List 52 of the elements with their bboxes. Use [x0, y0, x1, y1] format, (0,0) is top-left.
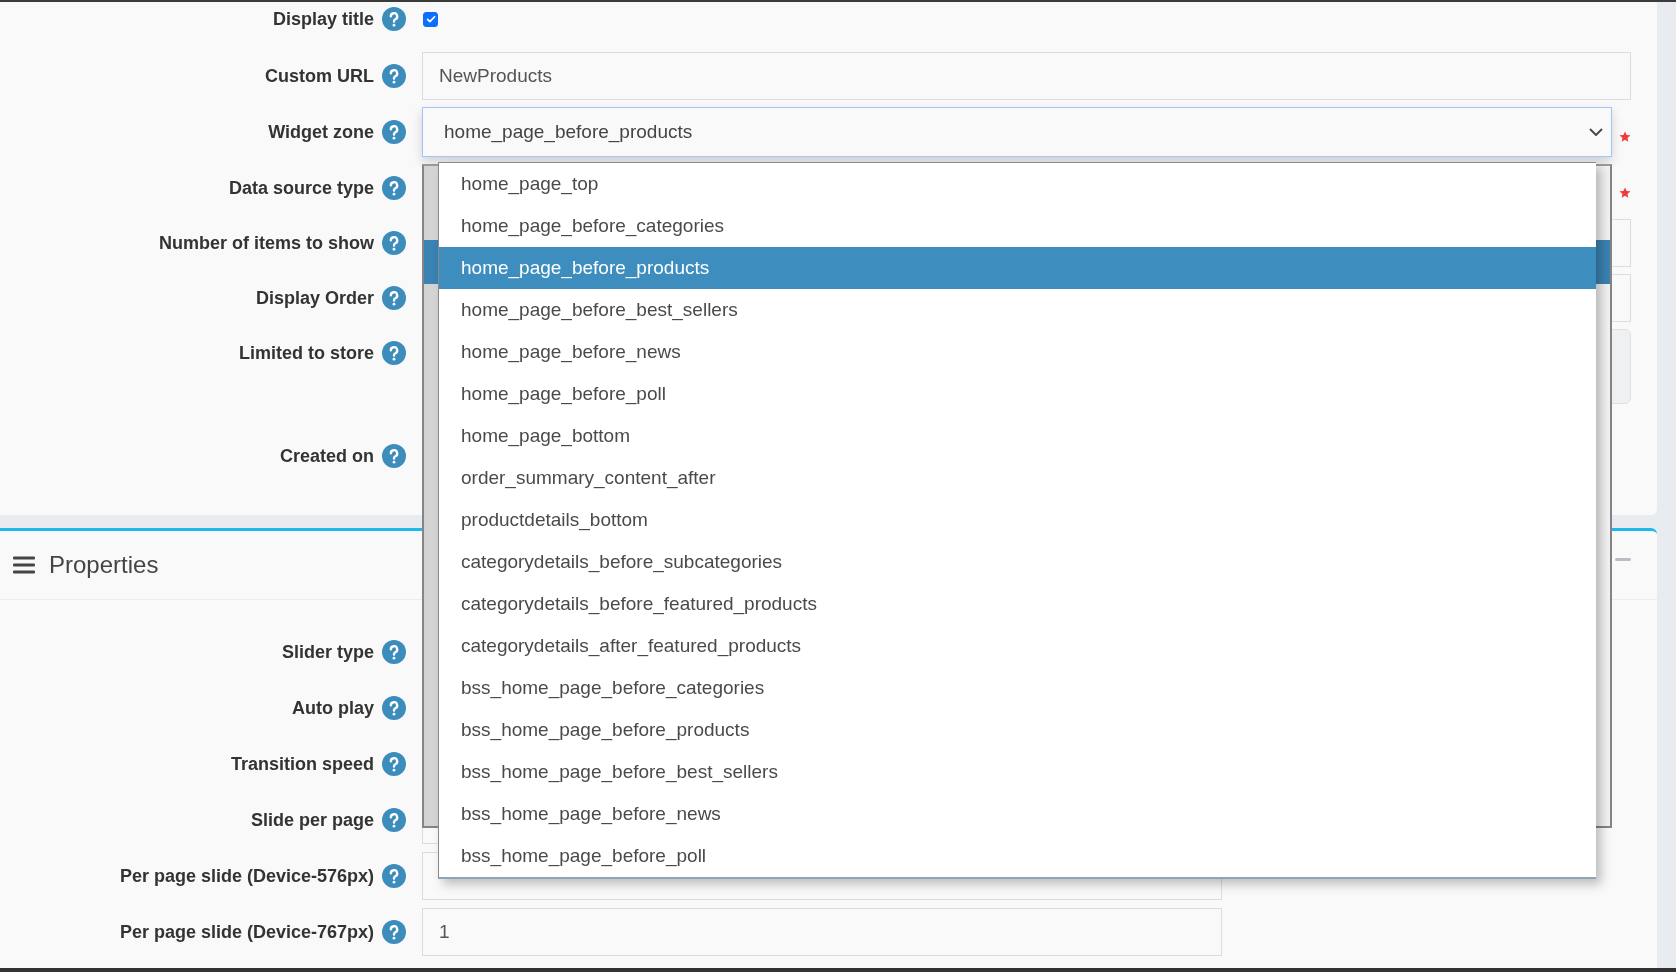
help-icon — [382, 120, 406, 144]
section-title: Properties — [49, 551, 159, 579]
text-input[interactable]: 1 — [422, 908, 1222, 956]
dropdown-option[interactable]: home_page_bottom — [439, 415, 1596, 457]
chevron-down-icon — [1589, 127, 1603, 137]
dropdown-option[interactable]: bss_home_page_before_products — [439, 709, 1596, 751]
help-icon — [382, 286, 406, 310]
dropdown-option[interactable]: bss_home_page_before_poll — [439, 835, 1596, 877]
dropdown-option[interactable]: bss_home_page_before_categories — [439, 667, 1596, 709]
field-label: Custom URL — [264, 65, 374, 87]
field-label: Data source type — [227, 177, 374, 199]
text-input[interactable]: NewProducts — [422, 52, 1631, 100]
field-label: Per page slide (Device-767px) — [118, 921, 374, 943]
dropdown-option[interactable]: home_page_before_products — [439, 247, 1596, 289]
help-icon — [382, 864, 406, 888]
select-field[interactable]: home_page_before_products — [422, 107, 1612, 157]
help-icon — [382, 696, 406, 720]
help-icon — [382, 640, 406, 664]
dropdown-option[interactable]: categorydetails_after_featured_products — [439, 625, 1596, 667]
help-icon — [382, 64, 406, 88]
dropdown-option[interactable]: bss_home_page_before_best_sellers — [439, 751, 1596, 793]
dropdown-option[interactable]: productdetails_bottom — [439, 499, 1596, 541]
help-icon — [382, 341, 406, 365]
dropdown-option[interactable]: home_page_before_news — [439, 331, 1596, 373]
menu-icon — [13, 556, 35, 574]
help-icon — [382, 808, 406, 832]
help-icon — [382, 752, 406, 776]
help-icon — [382, 920, 406, 944]
field-label: Per page slide (Device-576px) — [118, 865, 374, 887]
checkbox[interactable] — [423, 11, 438, 27]
dropdown-option[interactable]: home_page_top — [439, 163, 1596, 205]
dropdown-option[interactable]: categorydetails_before_subcategories — [439, 541, 1596, 583]
field-label: Number of items to show — [158, 232, 374, 254]
field-label: Limited to store — [238, 342, 374, 365]
field-label: Transition speed — [229, 753, 374, 775]
dropdown-option[interactable]: order_summary_content_after — [439, 457, 1596, 499]
field-label: Widget zone — [267, 121, 374, 143]
field-label: Display title — [271, 8, 374, 30]
dropdown-option[interactable]: categorydetails_before_featured_products — [439, 583, 1596, 625]
help-icon — [382, 176, 406, 200]
field-label: Slide per page — [249, 809, 374, 831]
dropdown-option[interactable]: home_page_before_best_sellers — [439, 289, 1596, 331]
help-icon — [382, 7, 406, 31]
field-label: Slider type — [280, 641, 374, 663]
field-label: Auto play — [291, 697, 374, 719]
dropdown-option[interactable]: bss_home_page_before_news — [439, 793, 1596, 835]
dropdown-option[interactable]: home_page_before_categories — [439, 205, 1596, 247]
field-label: Display Order — [254, 287, 374, 309]
field-label: Created on — [278, 445, 374, 467]
dropdown-option[interactable]: home_page_before_poll — [439, 373, 1596, 415]
help-icon — [382, 444, 406, 468]
help-icon — [382, 231, 406, 255]
